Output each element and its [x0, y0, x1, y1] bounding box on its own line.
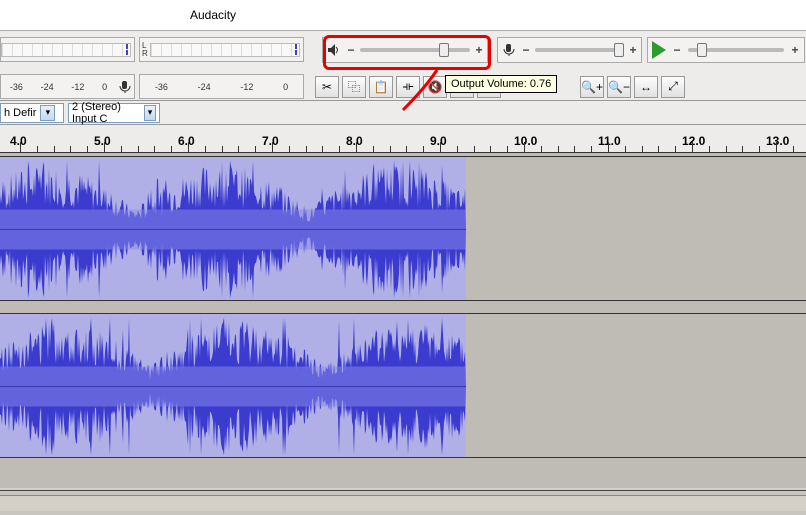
plus-icon: +: [628, 43, 638, 57]
plus-icon: +: [474, 43, 484, 57]
zoom-in-button[interactable]: 🔍+: [580, 76, 604, 98]
timeline-label: 11.0: [598, 134, 621, 148]
paste-button[interactable]: 📋: [369, 76, 393, 98]
timeline-label: 5.0: [94, 134, 111, 148]
minus-icon: −: [521, 43, 531, 57]
timeline-label: 10.0: [514, 134, 537, 148]
input-meter-scale: -36 -24 -12 0: [139, 74, 304, 99]
timeline-label: 4.0: [10, 134, 27, 148]
chevron-down-icon: ▾: [144, 105, 156, 121]
audio-track[interactable]: [0, 156, 806, 301]
audio-clip[interactable]: [0, 314, 466, 457]
input-volume-slider[interactable]: − +: [497, 37, 642, 63]
device-toolbar: h Defir ▾ 2 (Stereo) Input C ▾: [0, 101, 806, 125]
channel-labels: L R: [142, 42, 148, 58]
input-meter[interactable]: L R: [139, 37, 304, 62]
output-volume-slider[interactable]: − +: [322, 37, 488, 63]
main-toolbar: L R -36 -24 -12 0 -36 -24 -12 0 −: [0, 31, 806, 101]
recording-device-dropdown[interactable]: h Defir ▾: [0, 103, 64, 123]
timeline-label: 6.0: [178, 134, 195, 148]
timeline-label: 9.0: [430, 134, 447, 148]
audio-clip[interactable]: [0, 157, 466, 300]
timeline-label: 13.0: [766, 134, 789, 148]
silence-button[interactable]: 🔇: [423, 76, 447, 98]
play-at-speed-group: − +: [647, 37, 805, 63]
input-channels-dropdown[interactable]: 2 (Stereo) Input C ▾: [68, 103, 160, 123]
window-titlebar: Audacity: [0, 0, 806, 31]
slider-thumb[interactable]: [697, 43, 707, 57]
minus-icon: −: [672, 43, 682, 57]
timeline-label: 7.0: [262, 134, 279, 148]
trim-button[interactable]: ⟛: [396, 76, 420, 98]
audio-track[interactable]: [0, 313, 806, 458]
mic-icon[interactable]: [116, 80, 134, 94]
speed-slider-track[interactable]: [688, 48, 784, 52]
app-title: Audacity: [190, 8, 236, 22]
zoom-toolbar: 🔍+ 🔍− ↔ ⤢: [580, 74, 685, 99]
mic-icon: [501, 43, 517, 57]
slider-track[interactable]: [535, 48, 624, 52]
slider-track[interactable]: [360, 48, 470, 52]
cut-button[interactable]: ✂: [315, 76, 339, 98]
timeline-ruler[interactable]: 4.0 5.0 6.0 7.0 8.0 9.0 10.0 11.0 12.0 13.0: [0, 125, 806, 153]
timeline-label: 8.0: [346, 134, 363, 148]
play-at-speed-button[interactable]: [652, 41, 666, 59]
speaker-icon: [326, 43, 342, 57]
slider-thumb[interactable]: [614, 43, 624, 57]
tracks-area: [0, 153, 806, 488]
zoom-out-button[interactable]: 🔍−: [607, 76, 631, 98]
minus-icon: −: [346, 43, 356, 57]
fit-selection-button[interactable]: ↔: [634, 76, 658, 98]
status-bar: [0, 490, 806, 515]
fit-project-button[interactable]: ⤢: [661, 76, 685, 98]
copy-button[interactable]: ⿻: [342, 76, 366, 98]
output-meter[interactable]: [0, 37, 135, 62]
output-meter-scale: -36 -24 -12 0: [0, 74, 135, 99]
chevron-down-icon: ▾: [40, 105, 55, 121]
slider-thumb[interactable]: [439, 43, 449, 57]
plus-icon: +: [790, 43, 800, 57]
volume-tooltip: Output Volume: 0.76: [445, 75, 557, 93]
timeline-label: 12.0: [682, 134, 705, 148]
